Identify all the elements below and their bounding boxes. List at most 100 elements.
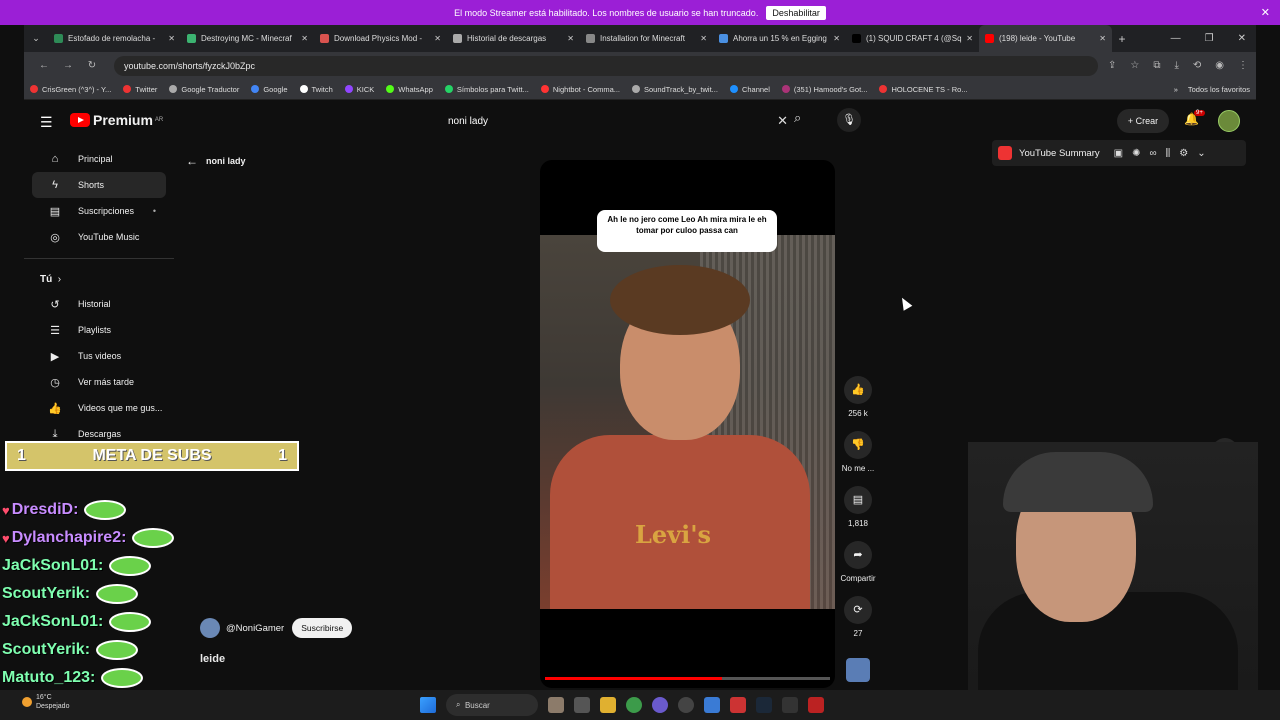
comments-button[interactable]: ▤ (844, 486, 872, 514)
obs-icon[interactable] (678, 697, 694, 713)
bookmark-item[interactable]: Símbolos para Twitt... (444, 85, 529, 94)
bookmark-item[interactable]: SoundTrack_by_twit... (632, 85, 718, 94)
sidebar-item-subscriptions[interactable]: ▤ Suscripciones • (32, 198, 166, 224)
weather-widget[interactable]: 16°C Despejado (22, 693, 69, 711)
bookmark-item[interactable]: Channel (729, 85, 770, 94)
sidebar-item-shorts[interactable]: ϟ Shorts (32, 172, 166, 198)
taskbar-search[interactable]: ⌕ Buscar (446, 694, 538, 716)
all-bookmarks[interactable]: Todos los favoritos (1188, 85, 1250, 94)
browser-tab[interactable]: (1) SQUID CRAFT 4 (@Squ ✕ (846, 25, 979, 52)
channel-thumbnail[interactable] (846, 658, 870, 682)
bookmark-item[interactable]: Twitch (299, 85, 333, 94)
widgets-icon[interactable] (548, 697, 564, 713)
close-icon[interactable]: ✕ (1261, 6, 1270, 19)
microphone-icon[interactable]: 🎙 (837, 108, 861, 132)
browser-tab[interactable]: Historial de descargas ✕ (447, 25, 580, 52)
subs-goal-overlay: 1 META DE SUBS 1 (5, 441, 299, 471)
tab-close-icon[interactable]: ✕ (301, 34, 308, 43)
hamburger-icon[interactable]: ☰ (40, 114, 53, 131)
chat-username: Dylanchapire2: (11, 529, 127, 546)
youtube-logo[interactable]: Premium AR (70, 112, 163, 128)
dislike-button[interactable]: 👎 (844, 431, 872, 459)
chevron-down-icon[interactable]: ⌄ (1197, 148, 1205, 159)
short-video-player[interactable]: Levi's Ah le no jero come Leo Ah mira mi… (540, 160, 835, 688)
extensions-icon[interactable]: ⧉ (1153, 60, 1160, 71)
minimize-icon[interactable]: — (1171, 33, 1181, 44)
sidebar-item-liked[interactable]: 👍 Videos que me gus... (32, 395, 166, 421)
sidebar-item-watch-later[interactable]: ◷ Ver más tarde (32, 369, 166, 395)
back-button[interactable]: ← noni lady (186, 154, 246, 168)
like-button[interactable]: 👍 (844, 376, 872, 404)
forward-icon[interactable]: → (56, 60, 80, 71)
share-button[interactable]: ➦ (844, 541, 872, 569)
remix-button[interactable]: ⟳ (844, 596, 872, 624)
app-icon[interactable] (730, 697, 746, 713)
task-view-icon[interactable] (574, 697, 590, 713)
maximize-icon[interactable]: ❐ (1205, 33, 1214, 44)
disable-button[interactable]: Deshabilitar (766, 5, 826, 20)
file-explorer-icon[interactable] (600, 697, 616, 713)
steam-icon[interactable] (756, 697, 772, 713)
install-icon[interactable]: ⇪ (1108, 60, 1116, 71)
download-icon[interactable]: ⤓ (1174, 60, 1178, 71)
waveform-icon[interactable]: ⫼ (1166, 148, 1171, 159)
tab-close-icon[interactable]: ✕ (966, 34, 973, 43)
bookmark-item[interactable]: HOLOCENE TS - Ro... (879, 85, 968, 94)
bookmark-item[interactable]: Google (251, 85, 288, 94)
back-icon[interactable]: ← (32, 60, 56, 71)
windows-start-icon[interactable] (420, 697, 436, 713)
search-icon[interactable]: ⌕ (794, 110, 801, 126)
bookmark-star-icon[interactable]: ☆ (1130, 60, 1139, 71)
create-button[interactable]: + Crear (1117, 109, 1169, 133)
recorder-icon[interactable] (808, 697, 824, 713)
bookmark-item[interactable]: WhatsApp (386, 85, 433, 94)
discord-icon[interactable] (652, 697, 668, 713)
tab-close-icon[interactable]: ✕ (1099, 34, 1106, 43)
url-field[interactable]: youtube.com/shorts/fyzckJ0bZpc (114, 55, 1098, 76)
ai-icon[interactable]: ✺ (1132, 148, 1140, 159)
menu-icon[interactable]: ⋮ (1238, 60, 1248, 71)
tab-close-icon[interactable]: ✕ (700, 34, 707, 43)
glasses-icon[interactable]: ∞ (1149, 148, 1156, 159)
browser-tab[interactable]: Installation for Minecraft ✕ (580, 25, 713, 52)
avatar[interactable] (1218, 110, 1240, 132)
bookmark-item[interactable]: Twitter (123, 85, 157, 94)
bookmark-item[interactable]: Nightbot - Comma... (540, 85, 620, 94)
summary-label[interactable]: YouTube Summary (1019, 148, 1100, 159)
tab-close-icon[interactable]: ✕ (833, 34, 840, 43)
close-window-icon[interactable]: ✕ (1238, 33, 1246, 44)
history-icon[interactable]: ⟲ (1193, 60, 1201, 71)
browser-tab[interactable]: Estofado de remolacha - ✕ (48, 25, 181, 52)
reload-icon[interactable]: ↻ (80, 60, 104, 71)
sidebar-item-history[interactable]: ↺ Historial (32, 291, 166, 317)
capcut-icon[interactable] (782, 697, 798, 713)
video-icon[interactable]: ▣ (1114, 148, 1123, 159)
profile-icon[interactable]: ◉ (1215, 60, 1224, 71)
sidebar-item-your-videos[interactable]: ▶ Tus videos (32, 343, 166, 369)
bookmark-item[interactable]: CrisGreen (^3^) - Y... (30, 85, 111, 94)
sidebar-item-music[interactable]: ◎ YouTube Music (32, 224, 166, 250)
bookmark-item[interactable]: Google Traductor (169, 85, 239, 94)
bookmark-item[interactable]: (351) Hamood's Got... (781, 85, 867, 94)
tab-close-icon[interactable]: ✕ (567, 34, 574, 43)
new-tab-button[interactable]: + (1112, 32, 1132, 46)
settings-icon[interactable]: ⚙ (1179, 148, 1188, 159)
smile-emote-icon (84, 500, 127, 520)
chrome-icon[interactable] (626, 697, 642, 713)
video-progress-bar[interactable] (545, 677, 830, 680)
you-header[interactable]: Tú › (24, 267, 174, 291)
notepad-icon[interactable] (704, 697, 720, 713)
clear-icon[interactable]: ✕ (777, 113, 788, 129)
more-bookmarks-icon[interactable]: » (1174, 85, 1178, 94)
tab-close-icon[interactable]: ✕ (168, 34, 175, 43)
search-input[interactable]: noni lady ✕ (438, 108, 788, 134)
sidebar-item-principal[interactable]: ⌂ Principal (32, 146, 166, 172)
browser-tab[interactable]: Destroying MC - Minecraf ✕ (181, 25, 314, 52)
browser-tab[interactable]: Download Physics Mod - ✕ (314, 25, 447, 52)
sidebar-item-playlists[interactable]: ☰ Playlists (32, 317, 166, 343)
browser-tab[interactable]: Ahorra un 15 % en Egging ✕ (713, 25, 846, 52)
tab-search-icon[interactable]: ⌄ (24, 33, 48, 44)
browser-tab[interactable]: (198) leide - YouTube ✕ (979, 25, 1112, 52)
tab-close-icon[interactable]: ✕ (434, 34, 441, 43)
bookmark-item[interactable]: KICK (344, 85, 374, 94)
